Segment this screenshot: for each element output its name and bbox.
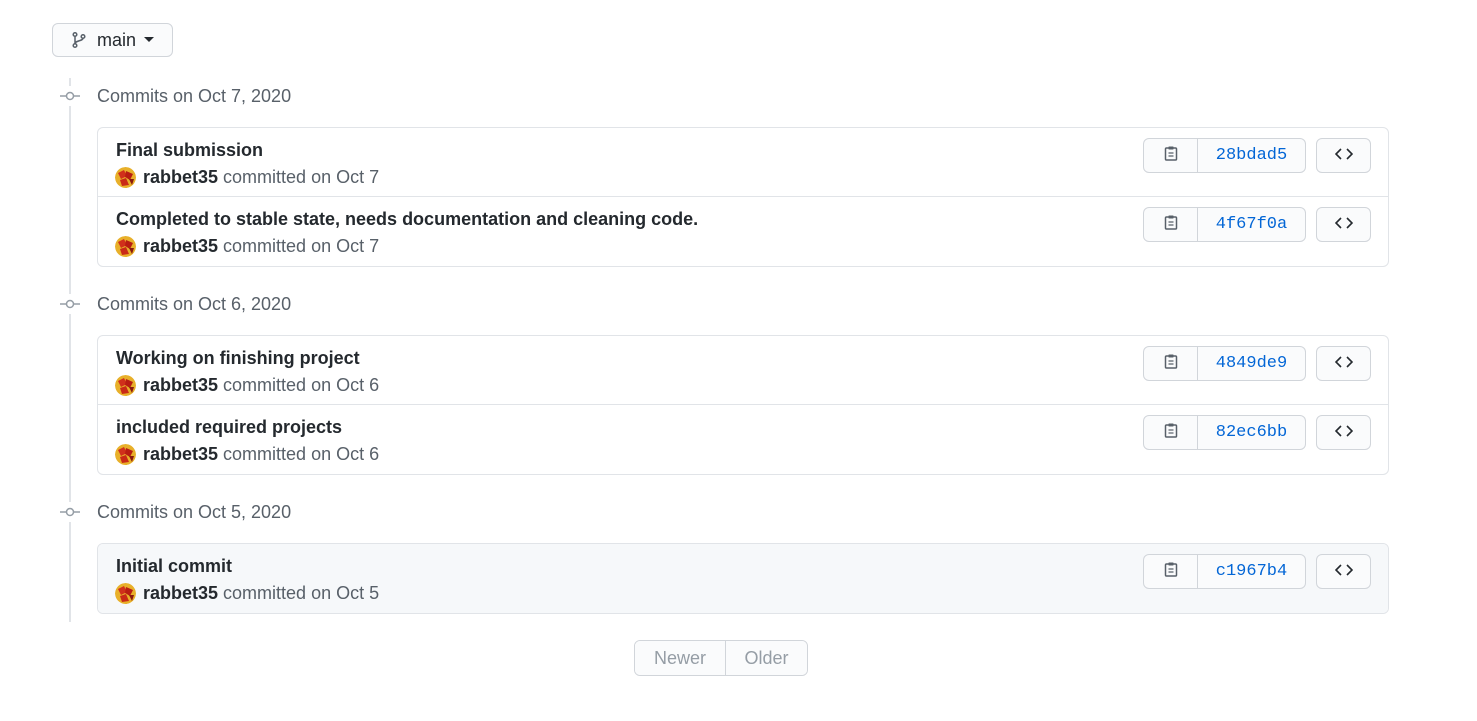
branch-name: main bbox=[97, 29, 137, 50]
sha-group: 28bdad5 bbox=[1143, 138, 1306, 173]
commit-list: Final submission rabbet35 committed on O… bbox=[97, 127, 1389, 267]
code-icon bbox=[1334, 355, 1353, 373]
sha-group: 4f67f0a bbox=[1143, 207, 1306, 242]
git-commit-icon bbox=[60, 86, 80, 106]
commit-row: Working on finishing project rabbet35 co… bbox=[98, 336, 1388, 405]
clipboard-icon bbox=[1164, 422, 1178, 443]
browse-repo-button[interactable] bbox=[1316, 207, 1371, 242]
commit-author-link[interactable]: rabbet35 bbox=[143, 167, 218, 188]
commit-meta: rabbet35 committed on Oct 5 bbox=[115, 583, 379, 604]
commit-meta: rabbet35 committed on Oct 6 bbox=[115, 444, 379, 465]
browse-repo-button[interactable] bbox=[1316, 346, 1371, 381]
commit-author-link[interactable]: rabbet35 bbox=[143, 375, 218, 396]
commit-sha-link[interactable]: 82ec6bb bbox=[1198, 415, 1306, 450]
copy-sha-button[interactable] bbox=[1143, 346, 1198, 381]
commit-author-link[interactable]: rabbet35 bbox=[143, 444, 218, 465]
pagination: Newer Older bbox=[634, 640, 808, 676]
commits-page: main Commits on Oct 7, 2020 Final submis… bbox=[0, 0, 1477, 721]
commit-message-link[interactable]: Final submission bbox=[116, 140, 263, 161]
avatar[interactable] bbox=[115, 444, 136, 465]
day-header: Commits on Oct 7, 2020 bbox=[60, 84, 291, 108]
clipboard-icon bbox=[1164, 214, 1178, 235]
commit-message-link[interactable]: included required projects bbox=[116, 417, 342, 438]
commit-row: Initial commit rabbet35 committed on Oct… bbox=[98, 544, 1388, 613]
day-title: Commits on Oct 6, 2020 bbox=[97, 293, 292, 314]
clipboard-icon bbox=[1164, 145, 1178, 166]
code-icon bbox=[1334, 424, 1353, 442]
commit-meta: rabbet35 committed on Oct 7 bbox=[115, 167, 379, 188]
commit-row: Completed to stable state, needs documen… bbox=[98, 197, 1388, 266]
commit-sha-link[interactable]: 28bdad5 bbox=[1198, 138, 1306, 173]
commit-sha-link[interactable]: 4849de9 bbox=[1198, 346, 1306, 381]
branch-select-button[interactable]: main bbox=[52, 23, 173, 57]
commit-row: Final submission rabbet35 committed on O… bbox=[98, 128, 1388, 197]
clipboard-icon bbox=[1164, 353, 1178, 374]
timeline-line bbox=[69, 78, 71, 622]
copy-sha-button[interactable] bbox=[1143, 207, 1198, 242]
commit-message-link[interactable]: Completed to stable state, needs documen… bbox=[116, 209, 698, 230]
code-icon bbox=[1334, 216, 1353, 234]
sha-group: 82ec6bb bbox=[1143, 415, 1306, 450]
clipboard-icon bbox=[1164, 561, 1178, 582]
commit-date: committed on Oct 6 bbox=[223, 444, 380, 464]
sha-group: c1967b4 bbox=[1143, 554, 1306, 589]
commit-sha-link[interactable]: c1967b4 bbox=[1198, 554, 1306, 589]
git-branch-icon bbox=[71, 31, 87, 49]
commit-author-link[interactable]: rabbet35 bbox=[143, 236, 218, 257]
caret-down-icon bbox=[144, 37, 155, 43]
commit-meta: rabbet35 committed on Oct 7 bbox=[115, 236, 379, 257]
commit-author-link[interactable]: rabbet35 bbox=[143, 583, 218, 604]
git-commit-icon bbox=[60, 294, 80, 314]
day-title: Commits on Oct 7, 2020 bbox=[97, 85, 292, 106]
commit-sha-link[interactable]: 4f67f0a bbox=[1198, 207, 1306, 242]
commit-row: included required projects rabbet35 comm… bbox=[98, 405, 1388, 474]
copy-sha-button[interactable] bbox=[1143, 138, 1198, 173]
commit-meta: rabbet35 committed on Oct 6 bbox=[115, 375, 379, 396]
commit-date: committed on Oct 6 bbox=[223, 375, 380, 395]
git-commit-icon bbox=[60, 502, 80, 522]
code-icon bbox=[1334, 147, 1353, 165]
avatar[interactable] bbox=[115, 583, 136, 604]
commit-list: Initial commit rabbet35 committed on Oct… bbox=[97, 543, 1389, 614]
commit-date: committed on Oct 7 bbox=[223, 236, 380, 256]
commit-date: committed on Oct 7 bbox=[223, 167, 380, 187]
commit-message-link[interactable]: Initial commit bbox=[116, 556, 232, 577]
older-button[interactable]: Older bbox=[726, 641, 807, 675]
commit-list: Working on finishing project rabbet35 co… bbox=[97, 335, 1389, 475]
copy-sha-button[interactable] bbox=[1143, 415, 1198, 450]
copy-sha-button[interactable] bbox=[1143, 554, 1198, 589]
newer-button[interactable]: Newer bbox=[635, 641, 726, 675]
browse-repo-button[interactable] bbox=[1316, 138, 1371, 173]
avatar[interactable] bbox=[115, 375, 136, 396]
avatar[interactable] bbox=[115, 167, 136, 188]
browse-repo-button[interactable] bbox=[1316, 554, 1371, 589]
code-icon bbox=[1334, 563, 1353, 581]
day-header: Commits on Oct 5, 2020 bbox=[60, 500, 291, 524]
avatar[interactable] bbox=[115, 236, 136, 257]
commit-date: committed on Oct 5 bbox=[223, 583, 380, 603]
commit-message-link[interactable]: Working on finishing project bbox=[116, 348, 360, 369]
browse-repo-button[interactable] bbox=[1316, 415, 1371, 450]
sha-group: 4849de9 bbox=[1143, 346, 1306, 381]
day-title: Commits on Oct 5, 2020 bbox=[97, 501, 292, 522]
day-header: Commits on Oct 6, 2020 bbox=[60, 292, 291, 316]
